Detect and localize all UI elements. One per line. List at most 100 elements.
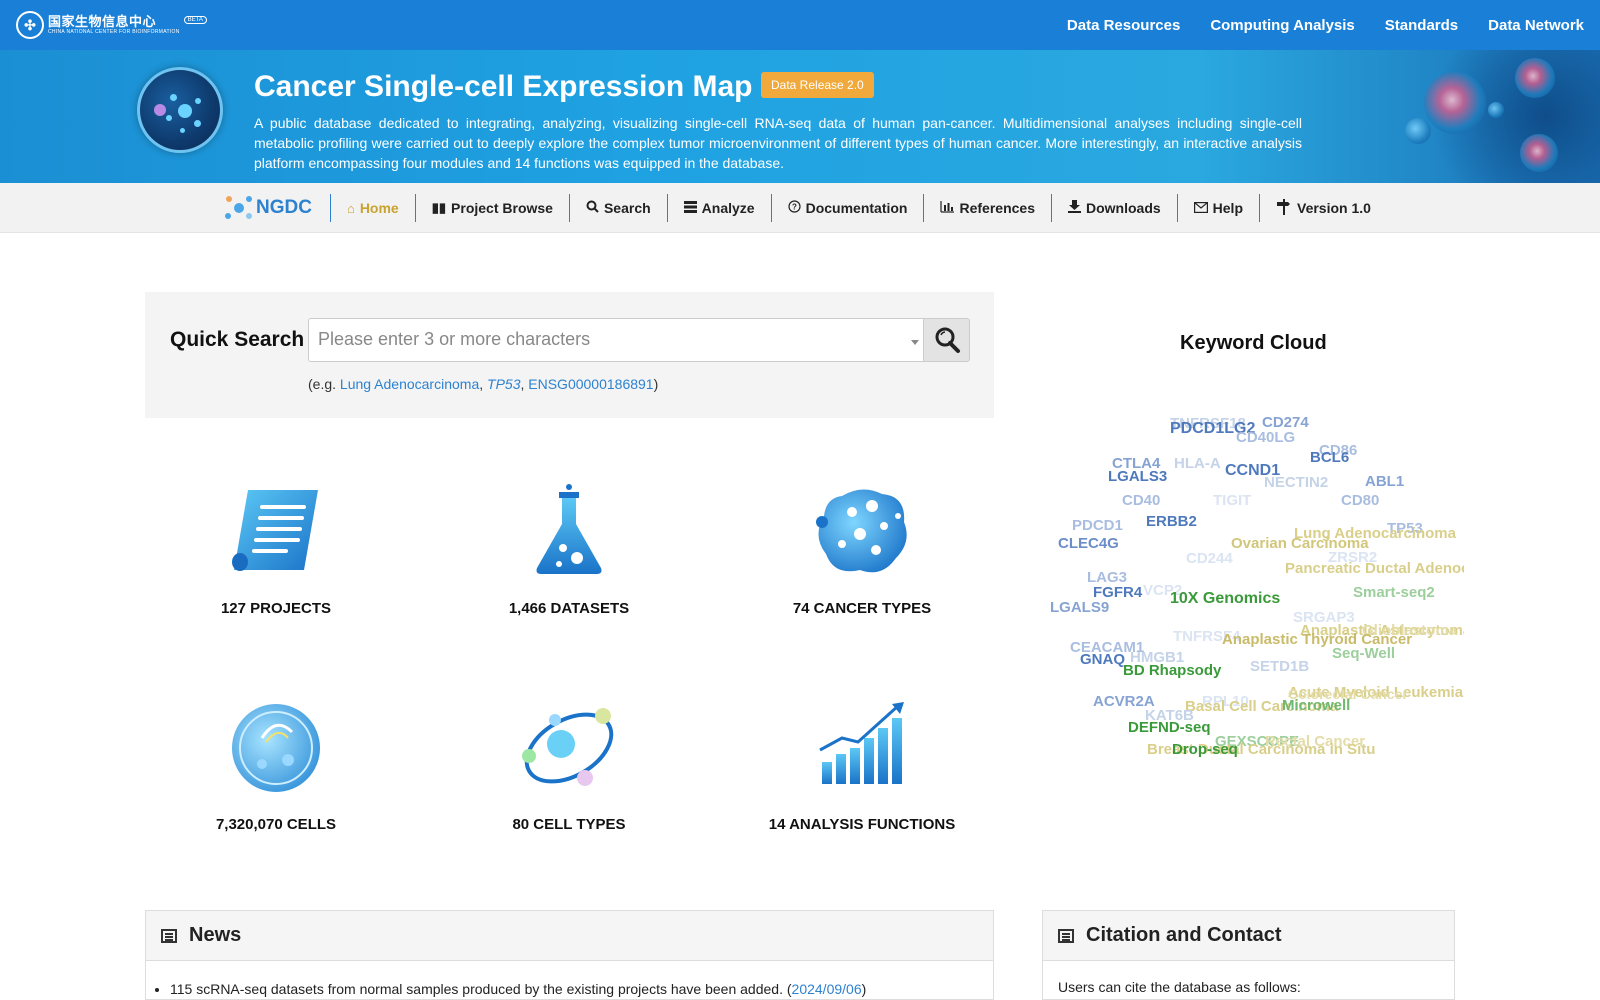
page-title: Cancer Single-cell Expression Map — [254, 70, 753, 103]
keyword-cloud-word[interactable]: LGALS3 — [1108, 468, 1167, 485]
quick-search-placeholder: Please enter 3 or more characters — [318, 329, 591, 349]
example-link-lung-adenocarcinoma[interactable]: Lung Adenocarcinoma — [340, 376, 479, 392]
keyword-cloud-word[interactable]: CD80 — [1341, 492, 1379, 509]
cell-types-icon — [519, 698, 619, 798]
example-link-tp53[interactable]: TP53 — [487, 376, 520, 392]
nav-version[interactable]: Version 1.0 — [1260, 194, 1387, 222]
stat-cells[interactable]: 7,320,070 CELLS — [156, 698, 396, 833]
citation-panel: Citation and Contact Users can cite the … — [1042, 910, 1455, 1000]
quick-search-input[interactable]: Please enter 3 or more characters — [308, 318, 924, 362]
download-icon — [1067, 200, 1081, 216]
citation-title: Citation and Contact — [1086, 924, 1282, 946]
news-item: 115 scRNA-seq datasets from normal sampl… — [170, 961, 993, 997]
keyword-cloud-title: Keyword Cloud — [1180, 332, 1327, 354]
top-nav-computing-analysis[interactable]: Computing Analysis — [1210, 17, 1354, 34]
keyword-cloud-word[interactable]: 10X Genomics — [1170, 590, 1280, 608]
logo-badge: BETA — [183, 16, 207, 24]
keyword-cloud-word[interactable]: Microwell — [1282, 697, 1350, 714]
keyword-cloud-word[interactable]: SETD1B — [1250, 658, 1309, 675]
chevron-down-icon[interactable] — [911, 340, 919, 345]
keyword-cloud-word[interactable]: ABL1 — [1365, 473, 1404, 490]
keyword-cloud-word[interactable]: TIGIT — [1213, 492, 1251, 509]
signpost-icon — [1276, 198, 1292, 218]
nav-documentation[interactable]: ? Documentation — [772, 194, 925, 222]
top-bar: ✣ 国家生物信息中心 CHINA NATIONAL CENTER FOR BIO… — [0, 0, 1600, 50]
keyword-cloud-word[interactable]: CD40 — [1122, 492, 1160, 509]
keyword-cloud-word[interactable]: PDCD1 — [1072, 517, 1123, 534]
stat-cancer-types[interactable]: 74 CANCER TYPES — [742, 482, 982, 617]
keyword-cloud-word[interactable]: ERBB2 — [1146, 513, 1197, 530]
nav-home[interactable]: ⌂ Home — [331, 194, 416, 222]
ngdc-logo[interactable]: NGDC — [224, 194, 331, 222]
question-icon: ? — [787, 200, 801, 216]
banner-description: A public database dedicated to integrati… — [254, 115, 1302, 171]
keyword-cloud: TNFRSF18 PDCD1LG2 CD274 CD40LG CD86 BCL6 CTLA4… — [1040, 415, 1464, 775]
cncb-emblem-icon: ✣ — [16, 11, 44, 39]
csem-logo-icon — [137, 67, 223, 153]
keyword-cloud-word[interactable]: LGALS9 — [1050, 599, 1109, 616]
news-panel: News 115 scRNA-seq datasets from normal … — [145, 910, 994, 1000]
keyword-cloud-word[interactable]: BD Rhapsody — [1123, 662, 1221, 679]
bar-chart-icon — [940, 200, 955, 216]
news-title: News — [189, 924, 242, 946]
logo-cn-text: 国家生物信息中心 — [48, 14, 157, 29]
cancer-cell-icon — [812, 482, 912, 582]
flask-icon — [519, 482, 619, 582]
keyword-cloud-word[interactable]: CLEC4G — [1058, 535, 1119, 552]
keyword-cloud-word[interactable]: BCL6 — [1310, 449, 1349, 466]
nav-help[interactable]: Help — [1178, 194, 1260, 222]
top-nav-data-resources[interactable]: Data Resources — [1067, 17, 1180, 34]
keyword-cloud-word[interactable]: Seq-Well — [1332, 645, 1395, 662]
keyword-cloud-word[interactable]: Drop-seq — [1172, 741, 1238, 758]
keyword-cloud-word[interactable]: NECTIN2 — [1264, 474, 1328, 491]
molecule-icon — [224, 194, 254, 222]
keyword-cloud-word[interactable]: HLA-A — [1174, 455, 1221, 472]
nav-analyze[interactable]: Analyze — [668, 194, 772, 222]
keyword-cloud-word[interactable]: Smart-seq2 — [1353, 584, 1435, 601]
newspaper-icon — [1058, 928, 1074, 943]
citation-text: Users can cite the database as follows: — [1058, 979, 1301, 995]
logo-en-text: CHINA NATIONAL CENTER FOR BIOINFORMATION — [48, 29, 180, 35]
keyword-cloud-word[interactable]: CD40LG — [1236, 429, 1295, 446]
cncb-logo[interactable]: ✣ 国家生物信息中心 CHINA NATIONAL CENTER FOR BIO… — [16, 11, 207, 39]
banner-cell-icon — [1520, 134, 1558, 172]
growth-chart-icon — [812, 698, 912, 798]
svg-text:?: ? — [792, 203, 797, 212]
quick-search-panel: Quick Search Please enter 3 or more char… — [145, 292, 994, 418]
ngdc-brand-text: NGDC — [256, 197, 312, 218]
news-date-link[interactable]: 2024/09/06 — [792, 981, 862, 997]
top-nav-data-network[interactable]: Data Network — [1488, 17, 1584, 34]
keyword-cloud-word[interactable]: DEFND-seq — [1128, 719, 1211, 736]
envelope-icon — [1193, 201, 1208, 216]
scroll-icon — [226, 482, 326, 582]
top-nav: Data Resources Computing Analysis Standa… — [1067, 17, 1584, 34]
home-icon: ⌂ — [346, 200, 355, 216]
quick-search-button[interactable] — [923, 318, 970, 362]
hero-banner: Cancer Single-cell Expression Map Data R… — [0, 50, 1600, 183]
list-icon — [683, 200, 697, 216]
book-icon: ▮▮ — [431, 200, 447, 215]
release-badge: Data Release 2.0 — [761, 72, 874, 98]
banner-cell-icon — [1488, 102, 1504, 118]
newspaper-icon — [161, 928, 177, 943]
nav-search[interactable]: Search — [570, 194, 668, 222]
nav-project-browse[interactable]: ▮▮ Project Browse — [416, 194, 570, 222]
cell-icon — [226, 698, 326, 798]
stat-analysis-functions[interactable]: 14 ANALYSIS FUNCTIONS — [742, 698, 982, 833]
top-nav-standards[interactable]: Standards — [1385, 17, 1458, 34]
banner-cell-icon — [1515, 58, 1555, 98]
stat-projects[interactable]: 127 PROJECTS — [156, 482, 396, 617]
nav-downloads[interactable]: Downloads — [1052, 194, 1178, 222]
example-link-ensg[interactable]: ENSG00000186891 — [528, 376, 653, 392]
banner-cell-icon — [1424, 72, 1486, 134]
main-nav: NGDC ⌂ Home ▮▮ Project Browse Search Ana… — [0, 183, 1600, 233]
quick-search-examples: (e.g. Lung Adenocarcinoma, TP53, ENSG000… — [308, 376, 659, 392]
search-icon — [586, 200, 599, 216]
keyword-cloud-word[interactable]: CD244 — [1186, 550, 1233, 567]
stat-cell-types[interactable]: 80 CELL TYPES — [449, 698, 689, 833]
keyword-cloud-word[interactable]: GNAQ — [1080, 651, 1125, 668]
keyword-cloud-word[interactable]: Pancreatic Ductal Adenocarcinoma — [1285, 560, 1464, 577]
nav-references[interactable]: References — [924, 194, 1052, 222]
quick-search-label: Quick Search — [170, 328, 305, 351]
stat-datasets[interactable]: 1,466 DATASETS — [449, 482, 689, 617]
